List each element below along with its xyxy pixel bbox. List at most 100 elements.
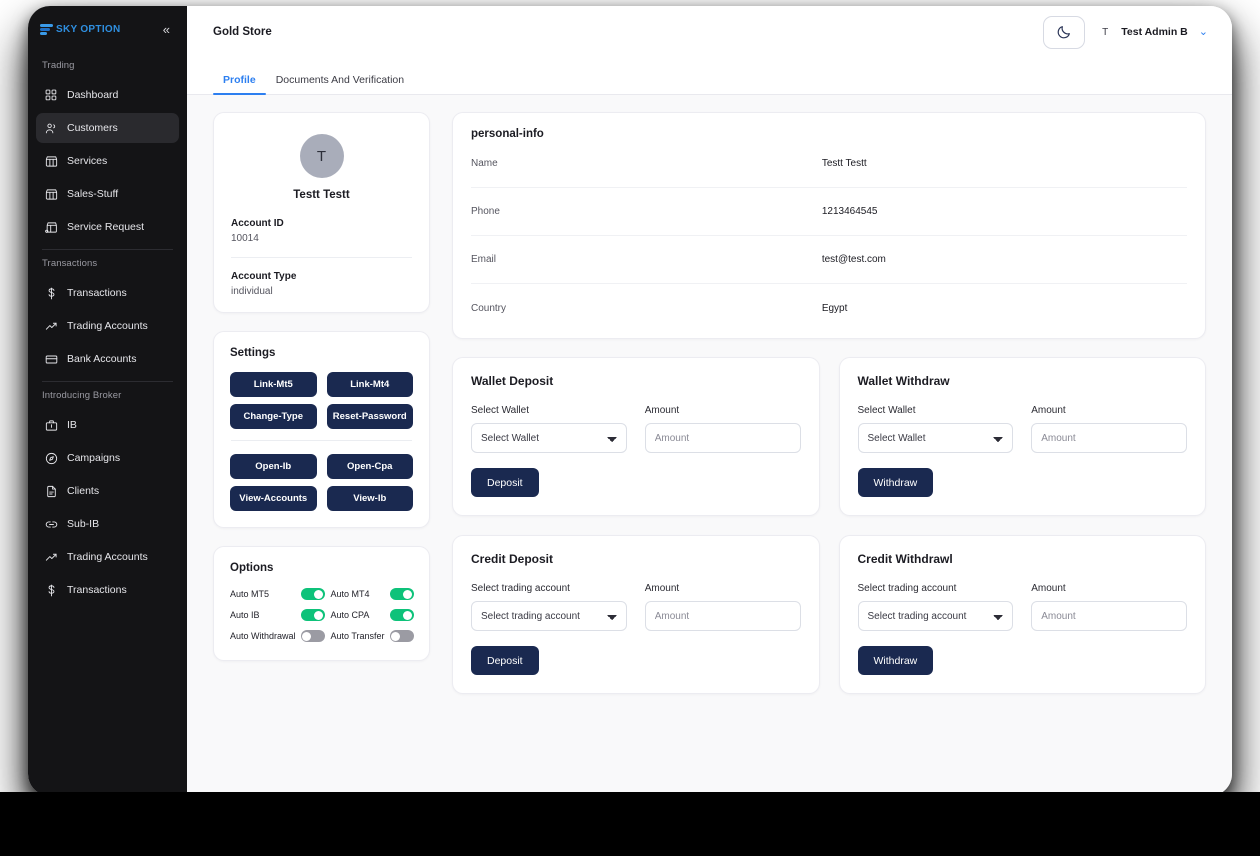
sidebar-item-ib[interactable]: IB [36,410,179,440]
personal-info-value-name: Testt Testt [821,158,867,169]
sidebar-item-sales-stuff[interactable]: Sales-Stuff [36,179,179,209]
credit-deposit-action-button[interactable]: Deposit [471,646,539,675]
sidebar-item-label: Trading Accounts [67,320,148,332]
sidebar-section-label: Trading [42,60,75,71]
toggle-auto-ib[interactable] [300,609,325,621]
user-name[interactable]: Test Admin B [1121,26,1188,38]
credit-deposit-amount-input[interactable] [644,601,801,631]
sidebar-item-label: Services [67,155,108,167]
personal-info-label-name: Name [471,158,498,169]
credit-withdrawl-title: Credit Withdrawl [857,552,953,566]
sidebar-item-label: Customers [67,122,118,134]
sidebar-item-sub-ib[interactable]: Sub-IB [36,509,179,539]
settings-card: Settings Link-Mt5 Link-Mt4 Change-Type Rese… [213,331,430,528]
chevron-down-icon[interactable]: ⌄ [1199,26,1208,38]
wallet-withdraw-title: Wallet Withdraw [857,374,950,388]
credit-withdrawl-select[interactable]: Select trading account [857,601,1014,631]
sidebar-item-transactions[interactable]: Transactions [36,278,179,308]
store-icon [45,188,58,201]
wallet-withdraw-action-button[interactable]: Withdraw [857,468,934,497]
credit-deposit-select-label: Select trading account [471,583,570,594]
option-row: Auto CPA [331,609,414,621]
settings-buttons-top: Link-Mt5 Link-Mt4 Change-Type Reset-Passwor… [230,372,413,429]
settings-button-view-accounts[interactable]: View-Accounts [230,486,317,511]
toggle-auto-withdrawal[interactable] [300,630,325,642]
sidebar-item-customers[interactable]: Customers [36,113,179,143]
wallet-withdraw-select[interactable]: Select Wallet [857,423,1014,453]
avatar: T [1102,26,1109,38]
settings-button-link-mt4[interactable]: Link-Mt4 [326,372,413,397]
credit-withdrawl-action-button[interactable]: Withdraw [857,646,934,675]
toggle-auto-mt4[interactable] [389,588,414,600]
card-icon [45,353,58,366]
settings-button-open-ib[interactable]: Open-Ib [230,454,317,479]
settings-button-link-mt5[interactable]: Link-Mt5 [230,372,317,397]
sidebar-item-clients[interactable]: Clients [36,476,179,506]
option-row: Auto MT4 [331,588,414,600]
users-icon [45,122,58,135]
chevrons-left-icon[interactable]: « [160,21,173,38]
settings-button-reset-password[interactable]: Reset-Password [326,404,413,429]
settings-button-open-cpa[interactable]: Open-Cpa [326,454,413,479]
toggle-auto-mt5[interactable] [300,588,325,600]
tab-bar: Profile Documents And Verification [187,58,1232,95]
credit-deposit-amount-label: Amount [644,583,680,594]
personal-info-value-email: test@test.com [821,254,886,265]
sidebar-item-transactions[interactable]: Transactions [36,575,179,605]
sidebar-item-trading-accounts[interactable]: Trading Accounts [36,542,179,572]
settings-button-change-type[interactable]: Change-Type [230,404,317,429]
account-type-value: individual [231,286,273,297]
app-window: SKY OPTION « Trading Dashboard Customers Se… [28,6,1232,796]
account-id-label: Account ID [231,218,284,229]
sidebar-item-label: Sub-IB [67,518,100,530]
option-label-auto-cpa: Auto CPA [330,610,370,620]
account-id-block: Account ID 10014 [231,218,412,244]
account-type-label: Account Type [231,271,297,282]
wallet-withdraw-amount-input[interactable] [1031,423,1187,453]
wallet-deposit-select[interactable]: Select Wallet [471,423,627,453]
sidebar-item-dashboard[interactable]: Dashboard [36,80,179,110]
toggle-auto-transfer[interactable] [389,630,414,642]
personal-info-value-phone: 1213464545 [821,206,878,217]
profile-name: Testt Testt [293,189,350,201]
personal-info-label-phone: Phone [471,206,500,217]
sidebar-item-trading-accounts[interactable]: Trading Accounts [36,311,179,341]
sidebar-item-service-request[interactable]: Service Request [36,212,179,242]
settings-title: Settings [230,347,276,359]
settings-button-view-ib[interactable]: View-Ib [326,486,413,511]
option-label-auto-transfer: Auto Transfer [330,631,385,641]
profile-summary-card: T Testt Testt Account ID 10014 Account T… [213,112,430,313]
wallet-withdraw-amount-label: Amount [1031,405,1066,416]
app-logo: SKY OPTION [40,23,121,35]
wallet-deposit-amount-input[interactable] [644,423,801,453]
option-label-auto-mt5: Auto MT5 [230,589,270,599]
sidebar-item-label: Transactions [67,584,127,596]
personal-info-row: Phone 1213464545 [471,188,1187,236]
wallet-deposit-action-button[interactable]: Deposit [471,468,539,497]
options-card: Options Auto MT5 Auto MT4 Auto IB Auto CPA A… [213,546,430,661]
credit-withdrawl-amount-input[interactable] [1031,601,1187,631]
tab-documents-and-verification[interactable]: Documents And Verification [266,74,414,94]
wallet-deposit-title: Wallet Deposit [471,374,554,388]
tab-profile[interactable]: Profile [213,74,266,95]
sidebar-brand-row: SKY OPTION « [28,6,187,52]
sidebar-item-services[interactable]: Services [36,146,179,176]
toggle-auto-cpa[interactable] [389,609,414,621]
option-row: Auto MT5 [230,588,325,600]
credit-deposit-select[interactable]: Select trading account [471,601,627,631]
compass-icon [45,452,58,465]
sidebar-item-campaigns[interactable]: Campaigns [36,443,179,473]
sidebar-item-label: Service Request [67,221,145,233]
trend-up-icon [45,551,58,564]
top-header: Gold Store T Test Admin B ⌄ [187,6,1232,58]
sidebar-item-label: Transactions [67,287,127,299]
store-request-icon [45,221,58,234]
profile-avatar: T [299,134,344,178]
personal-info-label-country: Country [471,302,507,314]
sidebar-item-bank-accounts[interactable]: Bank Accounts [36,344,179,374]
grid-icon [45,89,58,102]
sidebar: SKY OPTION « Trading Dashboard Customers Se… [28,6,187,796]
wallet-deposit-select-label: Select Wallet [471,405,529,416]
moon-icon[interactable] [1043,15,1086,49]
sidebar-item-label: Sales-Stuff [67,188,119,200]
